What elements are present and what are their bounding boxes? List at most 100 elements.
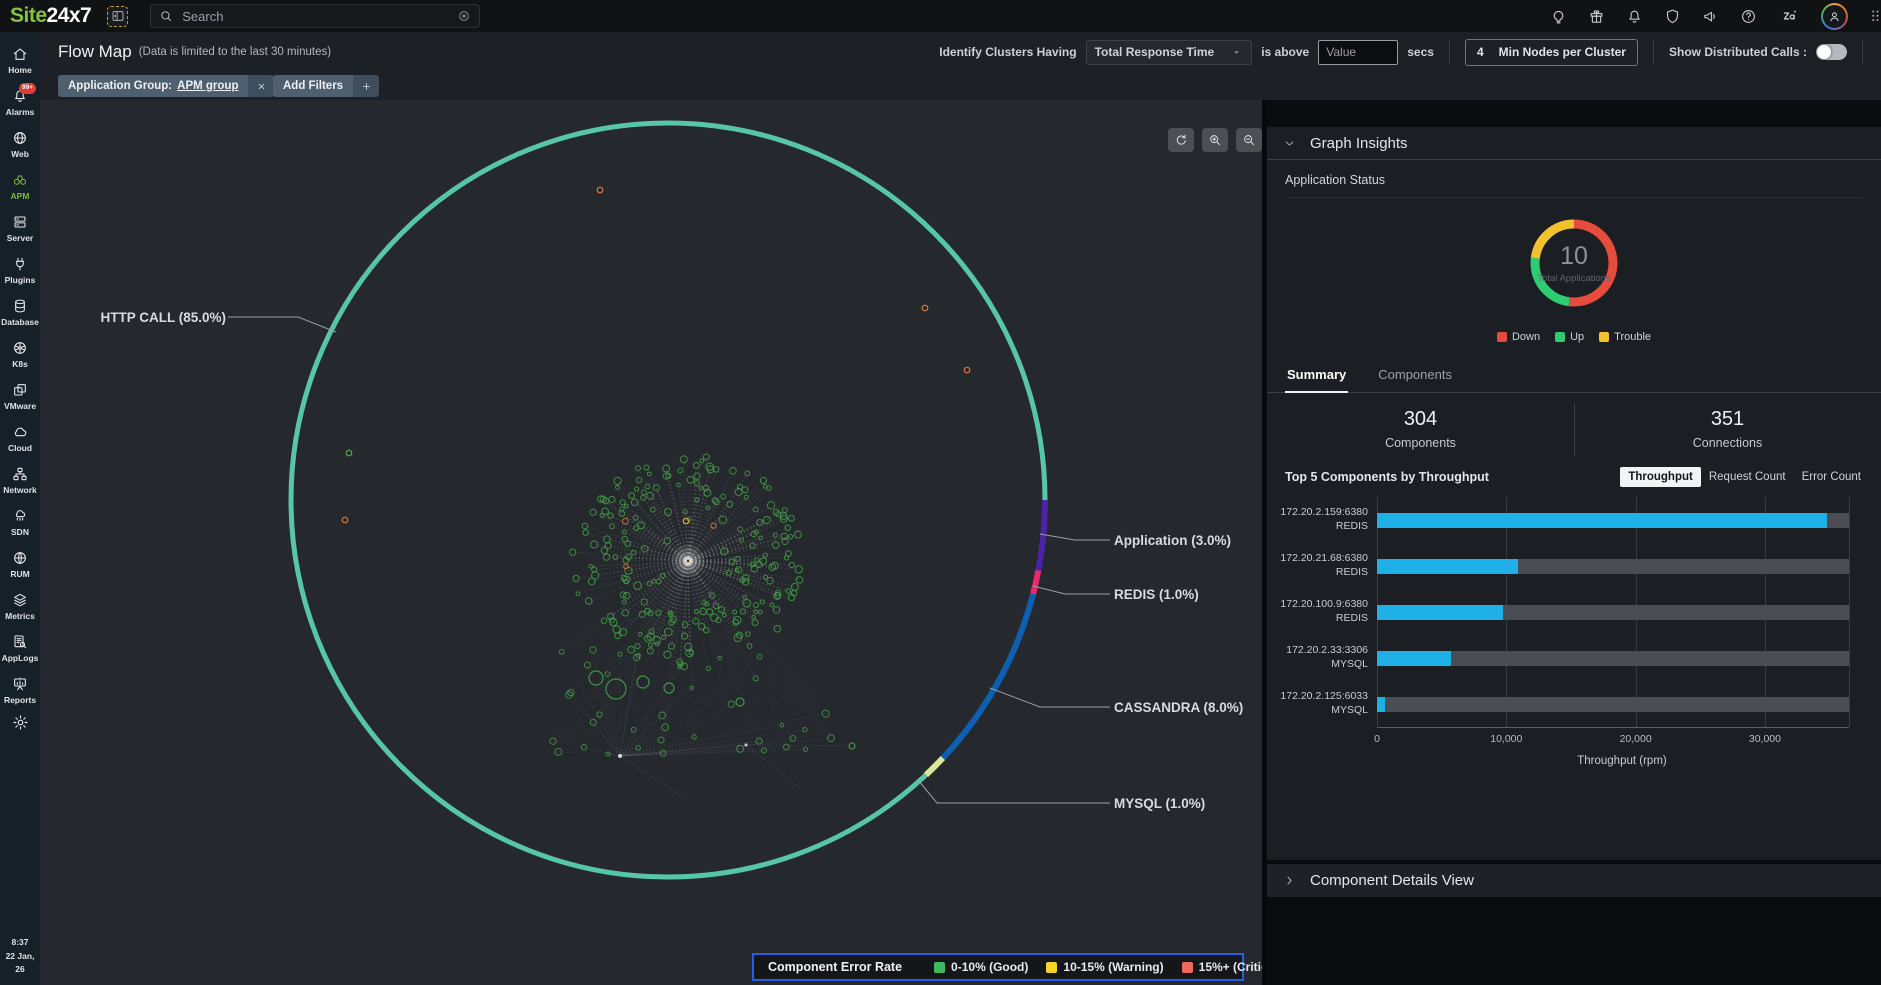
sidebar-item-web[interactable]: Web bbox=[0, 124, 40, 166]
remove-group-filter-button[interactable] bbox=[248, 75, 274, 97]
sidebar-item-database[interactable]: Database bbox=[0, 292, 40, 334]
security-shield-icon[interactable] bbox=[1664, 8, 1681, 25]
avatar[interactable] bbox=[1821, 3, 1848, 30]
sidebar-item-label: Reports bbox=[4, 695, 36, 705]
announcements-icon[interactable] bbox=[1702, 8, 1719, 25]
application-group-chip[interactable]: Application Group: APM group bbox=[58, 75, 274, 97]
flowmap-callout-mysql[interactable]: MYSQL (1.0%) bbox=[1114, 796, 1205, 811]
top5-tab-error-count[interactable]: Error Count bbox=[1794, 467, 1869, 487]
ring-segment-mysql[interactable] bbox=[926, 758, 943, 775]
throughput-bar-track bbox=[1377, 559, 1849, 574]
k8s-icon bbox=[12, 340, 28, 356]
global-search[interactable] bbox=[150, 4, 480, 28]
left-sidebar: HomeAlarms99+WebAPMServerPluginsDatabase… bbox=[0, 32, 40, 985]
sidebar-item-applogs[interactable]: AppLogs bbox=[0, 628, 40, 670]
map-refresh-button[interactable] bbox=[1168, 128, 1194, 152]
metrics-icon bbox=[12, 592, 28, 608]
legend-item: 0-10% (Good) bbox=[934, 960, 1028, 974]
flow-map-canvas[interactable]: HTTP CALL (85.0%) Application (3.0%) REDIS… bbox=[40, 100, 1262, 985]
sidebar-item-reports[interactable]: Reports bbox=[0, 670, 40, 712]
stray-node[interactable] bbox=[597, 187, 603, 193]
tab-components[interactable]: Components bbox=[1376, 359, 1454, 392]
settings-icon[interactable] bbox=[12, 714, 29, 731]
zia-assistant-icon[interactable] bbox=[1778, 6, 1800, 26]
bar-row-172.20.100.9:6380[interactable]: 172.20.100.9:6380REDIS bbox=[1277, 589, 1867, 635]
sidebar-collapse-button[interactable] bbox=[107, 6, 128, 27]
graph-insights-header[interactable]: Graph Insights bbox=[1267, 127, 1881, 160]
clear-search-icon[interactable] bbox=[457, 9, 471, 23]
ring-segment-http-call[interactable] bbox=[291, 123, 1045, 877]
add-filter-button[interactable] bbox=[353, 75, 379, 97]
top5-header-row: Top 5 Components by Throughput Throughpu… bbox=[1267, 463, 1881, 493]
search-input[interactable] bbox=[180, 8, 450, 25]
starburst-cluster bbox=[550, 454, 855, 800]
sidebar-item-alarms[interactable]: Alarms99+ bbox=[0, 82, 40, 124]
flowmap-callout-http-call[interactable]: HTTP CALL (85.0%) bbox=[100, 310, 226, 325]
site24x7-flow-map-page: { "topbar": { "logo_green": "Site", "log… bbox=[0, 0, 1881, 985]
page-subtitle: (Data is limited to the last 30 minutes) bbox=[139, 46, 331, 58]
throughput-bar-track bbox=[1377, 697, 1849, 712]
bar-row-172.20.2.159:6380[interactable]: 172.20.2.159:6380REDIS bbox=[1277, 497, 1867, 543]
tab-summary[interactable]: Summary bbox=[1285, 359, 1348, 393]
sidebar-item-metrics[interactable]: Metrics bbox=[0, 586, 40, 628]
notifications-bell-icon[interactable] bbox=[1626, 8, 1643, 25]
bar-row-172.20.2.125:6033[interactable]: 172.20.2.125:6033MYSQL bbox=[1277, 681, 1867, 727]
help-icon[interactable] bbox=[1740, 8, 1757, 25]
legend-label: Trouble bbox=[1614, 331, 1651, 343]
min-nodes-value[interactable]: 4 bbox=[1477, 45, 1484, 59]
apps-grid-icon[interactable] bbox=[1869, 8, 1881, 25]
sidebar-item-label: Metrics bbox=[5, 611, 35, 621]
component-details-view-header[interactable]: Component Details View bbox=[1267, 863, 1881, 897]
sidebar-item-network[interactable]: Network bbox=[0, 460, 40, 502]
throughput-bar-track bbox=[1377, 605, 1849, 620]
top5-tab-throughput[interactable]: Throughput bbox=[1620, 467, 1701, 487]
site24x7-logo[interactable]: Site24x7 bbox=[10, 4, 91, 28]
collapse-icon bbox=[111, 9, 125, 23]
flowmap-callout-cassandra[interactable]: CASSANDRA (8.0%) bbox=[1114, 700, 1243, 715]
sidebar-item-rum[interactable]: RUM bbox=[0, 544, 40, 586]
legend-swatch bbox=[1555, 332, 1565, 342]
sidebar-item-vmware[interactable]: VMware bbox=[0, 376, 40, 418]
min-nodes-control[interactable]: 4 Min Nodes per Cluster bbox=[1465, 39, 1638, 66]
legend-swatch bbox=[1182, 962, 1193, 973]
stray-node[interactable] bbox=[346, 450, 352, 456]
connections-stat-label: Connections bbox=[1574, 436, 1881, 450]
sidebar-item-apm[interactable]: APM bbox=[0, 166, 40, 208]
ring-segment-application[interactable] bbox=[1038, 500, 1045, 571]
group-chip-value[interactable]: APM group bbox=[177, 80, 238, 92]
sidebar-item-plugins[interactable]: Plugins bbox=[0, 250, 40, 292]
sidebar-item-k8s[interactable]: K8s bbox=[0, 334, 40, 376]
offers-icon[interactable] bbox=[1588, 8, 1605, 25]
alarm-count-badge: 99+ bbox=[19, 83, 36, 94]
status-legend-up: Up bbox=[1555, 331, 1584, 343]
distributed-calls-toggle[interactable] bbox=[1816, 44, 1847, 60]
bar-row-172.20.21.68:6380[interactable]: 172.20.21.68:6380REDIS bbox=[1277, 543, 1867, 589]
ring-segment-cassandra[interactable] bbox=[943, 594, 1033, 758]
sidebar-item-home[interactable]: Home bbox=[0, 40, 40, 82]
ring-segment-redis[interactable] bbox=[1033, 571, 1038, 594]
sidebar-item-server[interactable]: Server bbox=[0, 208, 40, 250]
map-zoom-out-button[interactable] bbox=[1236, 128, 1262, 152]
whats-new-icon[interactable] bbox=[1550, 8, 1567, 25]
metric-dropdown[interactable]: Total Response Time bbox=[1086, 40, 1253, 65]
add-filters-chip[interactable]: Add Filters bbox=[273, 75, 379, 97]
sidebar-item-cloud[interactable]: Cloud bbox=[0, 418, 40, 460]
top5-tab-request-count[interactable]: Request Count bbox=[1701, 467, 1794, 487]
threshold-value-input[interactable] bbox=[1318, 40, 1398, 65]
bar-row-172.20.2.33:3306[interactable]: 172.20.2.33:3306MYSQL bbox=[1277, 635, 1867, 681]
web-icon bbox=[12, 130, 28, 146]
legend-label: Up bbox=[1570, 331, 1584, 343]
throughput-bar-fill bbox=[1377, 559, 1518, 574]
flowmap-callout-redis[interactable]: REDIS (1.0%) bbox=[1114, 587, 1199, 602]
metric-dropdown-value: Total Response Time bbox=[1095, 45, 1215, 59]
close-icon bbox=[256, 81, 267, 92]
top5-metric-switcher: ThroughputRequest CountError Count bbox=[1620, 467, 1869, 487]
sidebar-item-sdn[interactable]: SDN bbox=[0, 502, 40, 544]
stray-node[interactable] bbox=[922, 305, 928, 311]
application-status-legend: DownUpTrouble bbox=[1497, 331, 1651, 343]
map-zoom-in-button[interactable] bbox=[1202, 128, 1228, 152]
flowmap-callout-application[interactable]: Application (3.0%) bbox=[1114, 533, 1231, 548]
legend-item: 15%+ (Critical) bbox=[1182, 960, 1262, 974]
stray-node[interactable] bbox=[342, 517, 348, 523]
stray-node[interactable] bbox=[964, 367, 970, 373]
